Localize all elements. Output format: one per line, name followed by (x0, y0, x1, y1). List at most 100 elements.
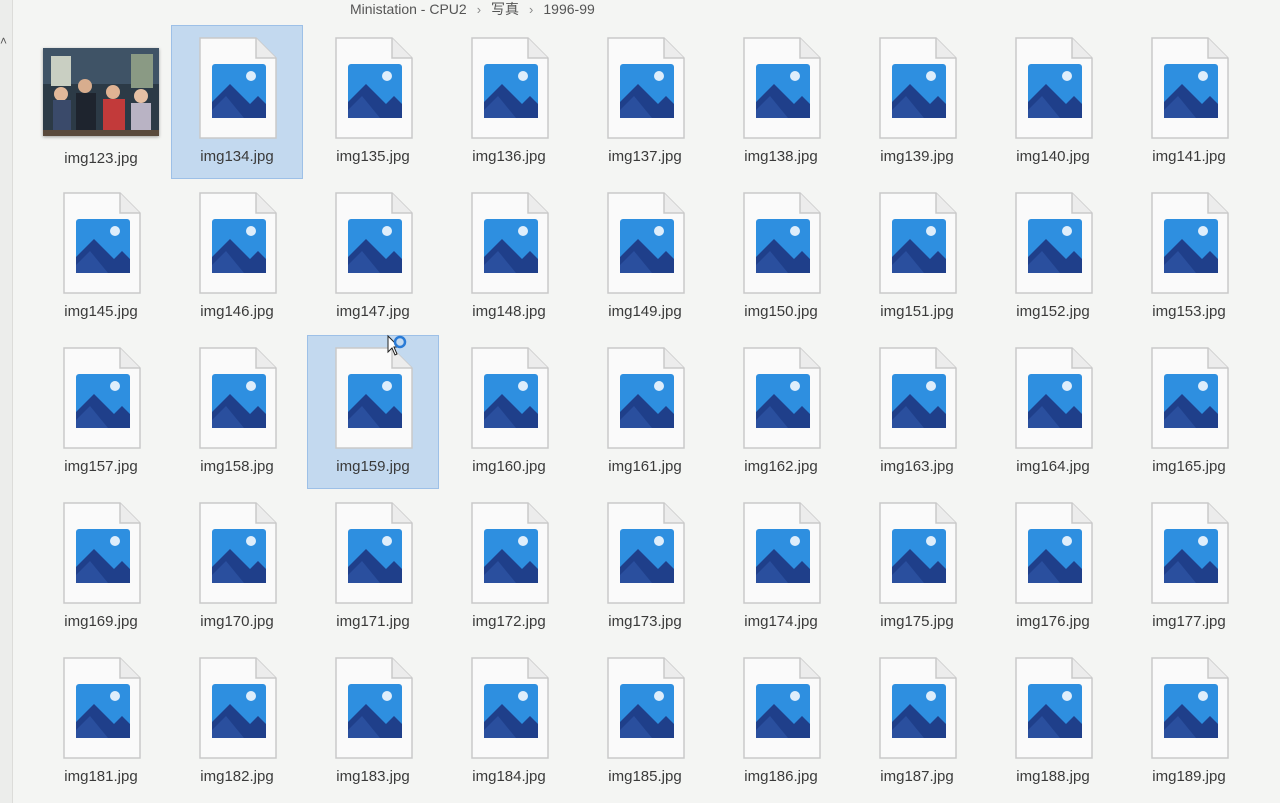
image-file-icon (196, 656, 278, 760)
file-item[interactable]: img185.jpg (580, 646, 710, 798)
file-name-label: img181.jpg (64, 768, 138, 785)
file-item[interactable]: img149.jpg (580, 181, 710, 333)
file-item[interactable]: img187.jpg (852, 646, 982, 798)
file-item[interactable]: img181.jpg (36, 646, 166, 798)
image-file-icon (196, 36, 278, 140)
file-item[interactable]: img135.jpg (308, 26, 438, 178)
file-item[interactable]: img173.jpg (580, 491, 710, 643)
file-item[interactable]: img136.jpg (444, 26, 574, 178)
file-item[interactable]: img184.jpg (444, 646, 574, 798)
file-item[interactable]: img148.jpg (444, 181, 574, 333)
file-item[interactable]: img140.jpg (988, 26, 1118, 178)
image-file-icon (60, 501, 142, 605)
image-file-icon (332, 656, 414, 760)
file-item[interactable]: img165.jpg (1124, 336, 1254, 488)
image-file-icon (1012, 656, 1094, 760)
navigation-pane-edge[interactable]: ˄ (0, 0, 13, 803)
file-name-label: img136.jpg (472, 148, 546, 165)
file-name-label: img172.jpg (472, 613, 546, 630)
file-item[interactable]: img157.jpg (36, 336, 166, 488)
image-file-icon (1148, 191, 1230, 295)
file-item[interactable]: img176.jpg (988, 491, 1118, 643)
file-item[interactable]: img139.jpg (852, 26, 982, 178)
file-item[interactable]: img137.jpg (580, 26, 710, 178)
image-file-icon (468, 656, 550, 760)
file-item[interactable]: img158.jpg (172, 336, 302, 488)
image-file-icon (1012, 191, 1094, 295)
chevron-right-icon: › (529, 1, 534, 17)
image-file-icon (604, 191, 686, 295)
file-name-label: img153.jpg (1152, 303, 1226, 320)
file-name-label: img140.jpg (1016, 148, 1090, 165)
image-file-icon (1012, 501, 1094, 605)
file-name-label: img174.jpg (744, 613, 818, 630)
file-name-label: img163.jpg (880, 458, 954, 475)
file-name-label: img141.jpg (1152, 148, 1226, 165)
image-file-icon (604, 501, 686, 605)
busy-cursor-icon (386, 334, 412, 360)
file-item[interactable]: img172.jpg (444, 491, 574, 643)
file-item[interactable]: img162.jpg (716, 336, 846, 488)
file-item[interactable]: img163.jpg (852, 336, 982, 488)
file-item[interactable]: img134.jpg (171, 25, 303, 179)
file-name-label: img176.jpg (1016, 613, 1090, 630)
image-file-icon (740, 36, 822, 140)
image-file-icon (468, 191, 550, 295)
image-file-icon (604, 656, 686, 760)
file-item[interactable]: img169.jpg (36, 491, 166, 643)
image-file-icon (60, 346, 142, 450)
image-file-icon (468, 36, 550, 140)
file-item[interactable]: img159.jpg (307, 335, 439, 489)
chevron-up-icon[interactable]: ˄ (0, 34, 7, 48)
file-item[interactable]: img183.jpg (308, 646, 438, 798)
file-item[interactable]: img151.jpg (852, 181, 982, 333)
breadcrumb-item-current[interactable]: 1996-99 (543, 1, 594, 17)
photo-thumbnail-icon (43, 48, 159, 136)
file-name-label: img150.jpg (744, 303, 818, 320)
file-name-label: img175.jpg (880, 613, 954, 630)
file-item[interactable]: img123.jpg (36, 26, 166, 178)
image-file-icon (468, 346, 550, 450)
file-name-label: img169.jpg (64, 613, 138, 630)
file-item[interactable]: img175.jpg (852, 491, 982, 643)
file-item[interactable]: img171.jpg (308, 491, 438, 643)
file-item[interactable]: img182.jpg (172, 646, 302, 798)
breadcrumb-item-drive[interactable]: Ministation - CPU2 (350, 1, 467, 17)
file-name-label: img184.jpg (472, 768, 546, 785)
file-name-label: img185.jpg (608, 768, 682, 785)
file-item[interactable]: img177.jpg (1124, 491, 1254, 643)
file-item[interactable]: img153.jpg (1124, 181, 1254, 333)
file-name-label: img157.jpg (64, 458, 138, 475)
image-file-icon (1148, 501, 1230, 605)
file-item[interactable]: img174.jpg (716, 491, 846, 643)
image-file-icon (196, 191, 278, 295)
image-file-icon (876, 191, 958, 295)
file-name-label: img145.jpg (64, 303, 138, 320)
file-name-label: img146.jpg (200, 303, 274, 320)
file-item[interactable]: img146.jpg (172, 181, 302, 333)
file-name-label: img152.jpg (1016, 303, 1090, 320)
file-item[interactable]: img188.jpg (988, 646, 1118, 798)
file-item[interactable]: img161.jpg (580, 336, 710, 488)
file-item[interactable]: img170.jpg (172, 491, 302, 643)
file-name-label: img186.jpg (744, 768, 818, 785)
file-item[interactable]: img141.jpg (1124, 26, 1254, 178)
image-file-icon (740, 191, 822, 295)
file-item[interactable]: img189.jpg (1124, 646, 1254, 798)
file-item[interactable]: img138.jpg (716, 26, 846, 178)
file-name-label: img139.jpg (880, 148, 954, 165)
file-name-label: img158.jpg (200, 458, 274, 475)
file-item[interactable]: img186.jpg (716, 646, 846, 798)
file-item[interactable]: img145.jpg (36, 181, 166, 333)
image-file-icon (196, 346, 278, 450)
image-file-icon (740, 501, 822, 605)
breadcrumb-item-folder[interactable]: 写真 (491, 0, 519, 19)
file-item[interactable]: img147.jpg (308, 181, 438, 333)
file-item[interactable]: img150.jpg (716, 181, 846, 333)
file-item[interactable]: img164.jpg (988, 336, 1118, 488)
file-item[interactable]: img152.jpg (988, 181, 1118, 333)
file-grid: img123.jpg img134.jpg img135.jpg img136.… (36, 25, 1254, 801)
image-file-icon (1012, 346, 1094, 450)
file-item[interactable]: img160.jpg (444, 336, 574, 488)
image-file-icon (604, 346, 686, 450)
